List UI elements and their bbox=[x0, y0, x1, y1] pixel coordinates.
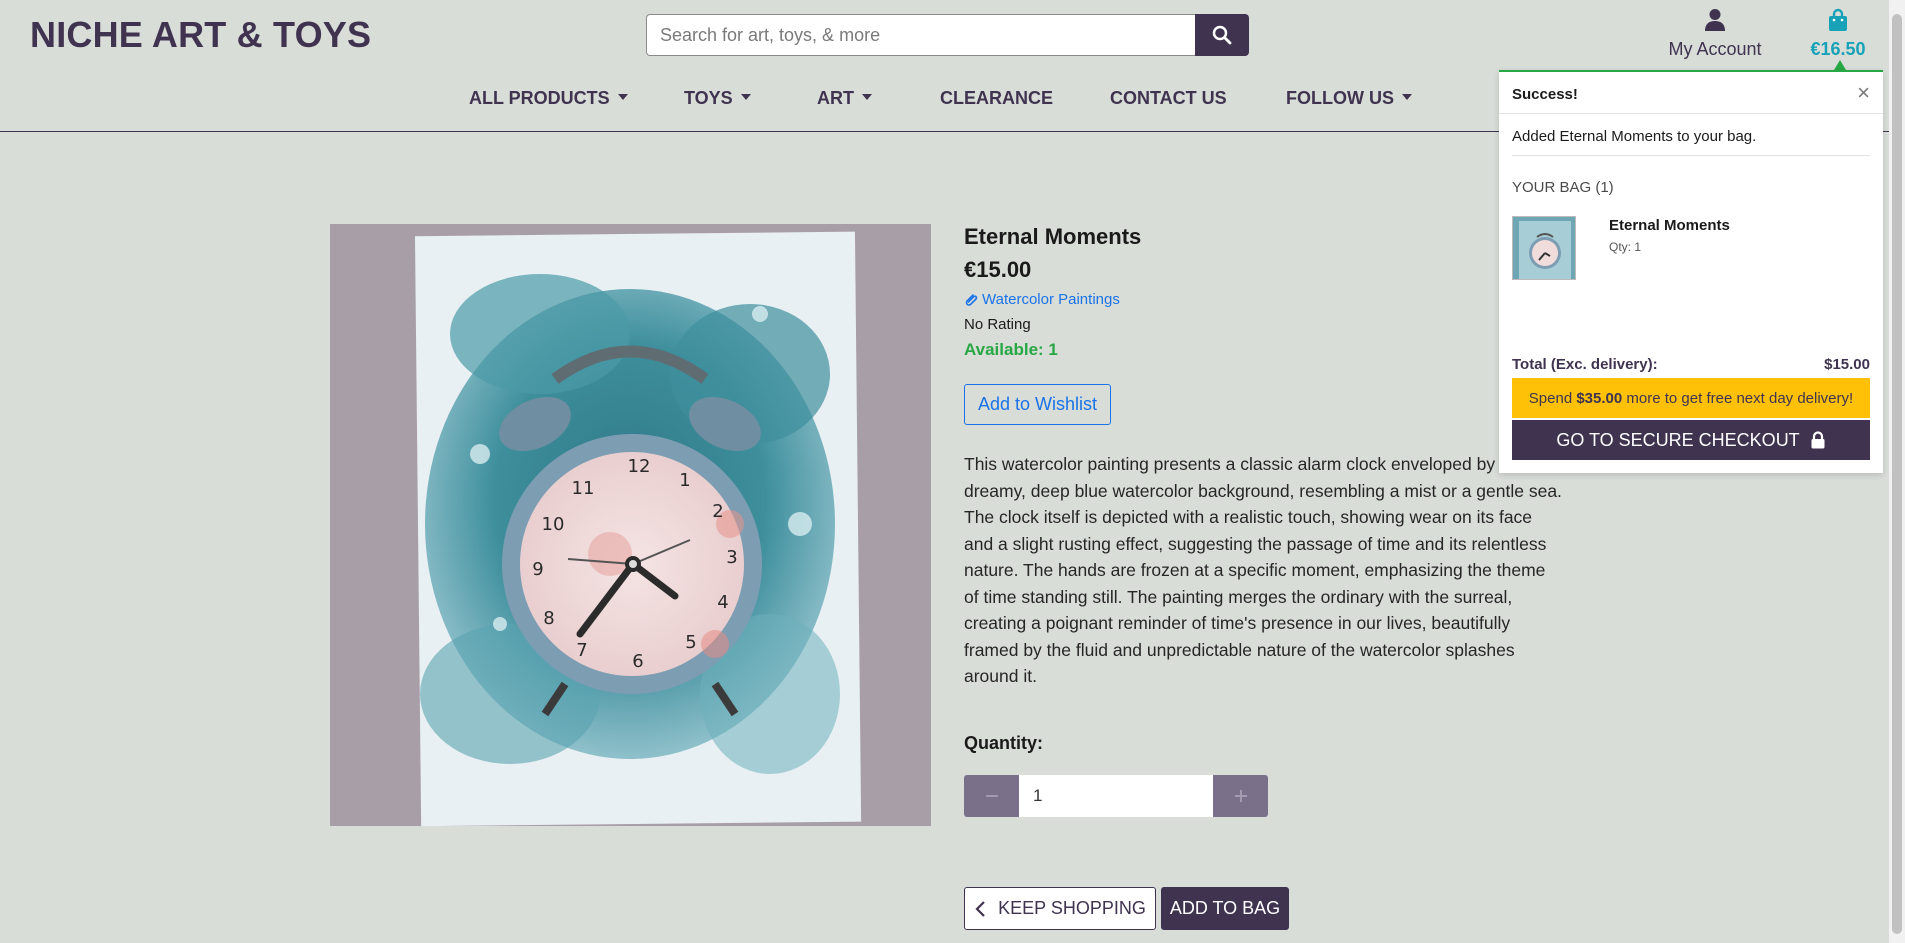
toast-pointer bbox=[1834, 60, 1846, 70]
brand-logo[interactable]: NICHE ART & TOYS bbox=[30, 14, 371, 56]
toast-total-row: Total (Exc. delivery): $15.00 bbox=[1512, 356, 1870, 373]
search-input[interactable] bbox=[646, 14, 1195, 56]
nav-label: CONTACT US bbox=[1110, 88, 1227, 108]
promo-prefix: Spend bbox=[1528, 389, 1577, 407]
svg-text:5: 5 bbox=[685, 632, 696, 653]
chevron-left-icon bbox=[975, 900, 985, 917]
svg-text:8: 8 bbox=[543, 608, 554, 629]
keep-shopping-label: KEEP SHOPPING bbox=[998, 898, 1146, 918]
shopping-bag-icon bbox=[1829, 8, 1847, 31]
svg-text:3: 3 bbox=[726, 547, 737, 568]
success-toast: Success! × Added Eternal Moments to your… bbox=[1499, 70, 1883, 473]
nav-clearance[interactable]: CLEARANCE bbox=[940, 88, 1053, 109]
svg-text:1: 1 bbox=[679, 470, 690, 491]
product-availability: Available: 1 bbox=[964, 340, 1058, 359]
page-scrollbar[interactable] bbox=[1889, 0, 1905, 943]
svg-text:12: 12 bbox=[628, 456, 651, 477]
tag-icon bbox=[965, 293, 978, 306]
nav-label: CLEARANCE bbox=[940, 88, 1054, 108]
scrollbar-thumb[interactable] bbox=[1892, 14, 1902, 934]
svg-text:6: 6 bbox=[632, 651, 643, 672]
svg-text:2: 2 bbox=[712, 501, 723, 522]
nav-art[interactable]: ART bbox=[817, 88, 872, 109]
toast-header: Success! × bbox=[1499, 72, 1883, 114]
nav-label: ALL PRODUCTS bbox=[469, 88, 610, 108]
add-to-bag-button[interactable]: ADD TO BAG bbox=[1161, 887, 1289, 930]
nav-contact-us[interactable]: CONTACT US bbox=[1110, 88, 1227, 109]
account-label: My Account bbox=[1668, 39, 1762, 59]
toast-total-value: $15.00 bbox=[1824, 356, 1870, 373]
shopping-bag-link[interactable]: €16.50 bbox=[1800, 8, 1876, 60]
keep-shopping-button[interactable]: KEEP SHOPPING bbox=[964, 887, 1156, 930]
add-to-wishlist-button[interactable]: Add to Wishlist bbox=[964, 384, 1112, 425]
bag-item-name: Eternal Moments bbox=[1609, 217, 1730, 234]
product-description: This watercolor painting presents a clas… bbox=[964, 454, 1562, 686]
product-category-link[interactable]: Watercolor Paintings bbox=[964, 291, 1564, 308]
increment-button[interactable] bbox=[1213, 775, 1268, 817]
svg-text:11: 11 bbox=[572, 478, 595, 499]
free-delivery-banner: Spend $35.00 more to get free next day d… bbox=[1512, 378, 1870, 418]
search-bar bbox=[646, 14, 1249, 56]
bag-item-qty: Qty: 1 bbox=[1609, 240, 1642, 254]
quantity-stepper: 1 bbox=[964, 775, 1268, 817]
bag-item-thumbnail bbox=[1512, 216, 1576, 280]
svg-text:10: 10 bbox=[542, 514, 565, 535]
lock-icon bbox=[1811, 431, 1825, 449]
user-icon bbox=[1705, 9, 1725, 31]
toast-message: Added Eternal Moments to your bag. bbox=[1512, 128, 1757, 145]
nav-label: FOLLOW US bbox=[1286, 88, 1394, 108]
product-rating: No Rating bbox=[964, 316, 1031, 333]
close-icon[interactable]: × bbox=[1857, 80, 1870, 106]
toast-bag-count: YOUR BAG (1) bbox=[1512, 179, 1614, 196]
search-icon bbox=[1212, 25, 1232, 45]
svg-text:4: 4 bbox=[717, 592, 728, 613]
secure-checkout-button[interactable]: GO TO SECURE CHECKOUT bbox=[1512, 420, 1870, 460]
quantity-label: Quantity: bbox=[964, 733, 1043, 753]
my-account-link[interactable]: My Account bbox=[1665, 8, 1765, 60]
caret-down-icon bbox=[740, 94, 751, 101]
nav-toys[interactable]: TOYS bbox=[684, 88, 751, 109]
checkout-label: GO TO SECURE CHECKOUT bbox=[1556, 429, 1800, 450]
plus-icon bbox=[1234, 790, 1247, 802]
toast-title: Success! bbox=[1512, 86, 1578, 103]
nav-label: TOYS bbox=[684, 88, 733, 108]
svg-text:7: 7 bbox=[576, 640, 587, 661]
caret-down-icon bbox=[617, 94, 628, 101]
decrement-button[interactable] bbox=[964, 775, 1019, 817]
toast-bag-item: Eternal Moments Qty: 1 bbox=[1499, 216, 1883, 286]
product-category-label: Watercolor Paintings bbox=[982, 291, 1120, 308]
promo-suffix: more to get free next day delivery! bbox=[1622, 389, 1854, 407]
svg-text:9: 9 bbox=[532, 559, 543, 580]
toast-total-label: Total (Exc. delivery): bbox=[1512, 356, 1658, 373]
product-details: Eternal Moments €15.00 Watercolor Painti… bbox=[964, 224, 1564, 690]
nav-all-products[interactable]: ALL PRODUCTS bbox=[469, 88, 628, 109]
caret-down-icon bbox=[1401, 94, 1412, 101]
product-image[interactable]: 12 1 2 3 4 5 6 7 8 9 10 11 bbox=[330, 224, 931, 826]
nav-label: ART bbox=[817, 88, 854, 108]
caret-down-icon bbox=[862, 94, 872, 101]
promo-amount: $35.00 bbox=[1576, 389, 1623, 407]
product-title: Eternal Moments bbox=[964, 224, 1142, 249]
search-button[interactable] bbox=[1195, 14, 1249, 56]
bag-total: €16.50 bbox=[1810, 39, 1866, 59]
quantity-input[interactable]: 1 bbox=[1019, 775, 1213, 817]
minus-icon bbox=[985, 795, 998, 797]
product-price: €15.00 bbox=[964, 257, 1032, 282]
nav-follow-us[interactable]: FOLLOW US bbox=[1286, 88, 1412, 109]
